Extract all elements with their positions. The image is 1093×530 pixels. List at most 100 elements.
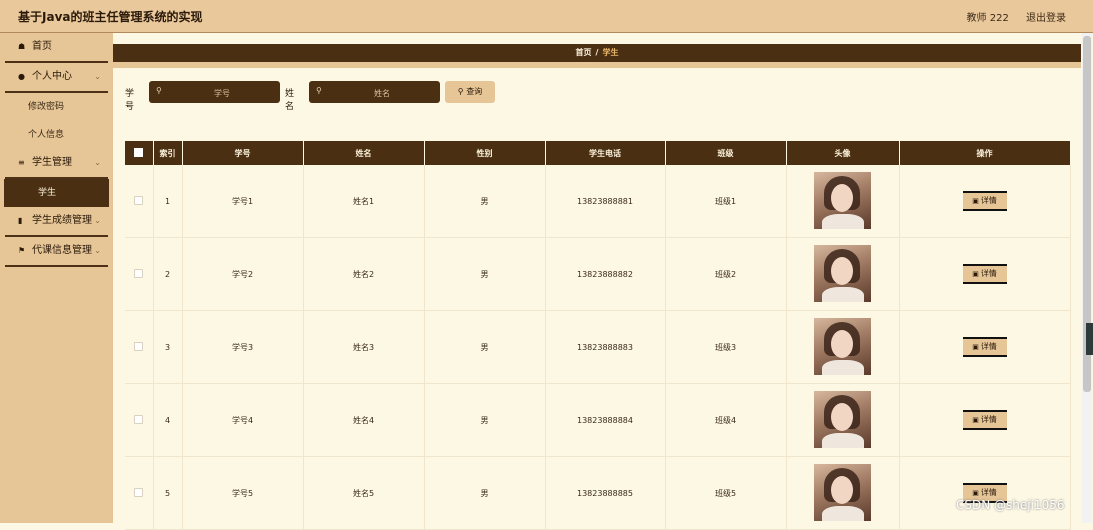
- student-table: 索引 学号 姓名 性别 学生电话 班级 头像 操作 1 学号1 姓名1 男 138238…: [125, 141, 1071, 530]
- column-header: 操作: [899, 141, 1071, 165]
- select-all-checkbox[interactable]: [125, 141, 154, 165]
- sidebar-item-home[interactable]: ☗ 首页: [0, 33, 113, 61]
- sidebar-item-student[interactable]: 学生: [4, 179, 109, 207]
- cell-student-no: 学号2: [182, 237, 304, 311]
- column-header: 学号: [182, 141, 304, 165]
- table-row: 3 学号3 姓名3 男 13823888883 班级3 ▣ 详情: [125, 310, 1071, 384]
- detail-button[interactable]: ▣ 详情: [962, 191, 1007, 211]
- user-icon: ●: [18, 72, 25, 81]
- watermark: CSDN @sheji1056: [956, 498, 1065, 512]
- cell-index: 2: [153, 237, 183, 311]
- sliders-icon: ≡: [18, 158, 25, 167]
- cell-avatar: [786, 165, 900, 238]
- sidebar-item-personal-info[interactable]: 个人信息: [0, 121, 113, 149]
- cell-student-no: 学号4: [182, 383, 304, 457]
- chevron-down-icon: ⌄: [94, 246, 101, 255]
- column-header: 索引: [153, 141, 183, 165]
- detail-icon: ▣: [972, 270, 979, 278]
- sidebar-item-personal-center[interactable]: ● 个人中心 ⌄: [0, 63, 113, 91]
- sidebar-divider: [5, 265, 108, 267]
- cell-index: 3: [153, 310, 183, 384]
- name-label: 姓名: [285, 89, 295, 112]
- sidebar-item-label: 学生管理: [32, 157, 72, 168]
- breadcrumb-underline: [113, 62, 1081, 68]
- detail-button[interactable]: ▣ 详情: [962, 410, 1007, 430]
- search-icon: ⚲: [316, 86, 322, 95]
- sidebar: ☗ 首页 ● 个人中心 ⌄ 修改密码 个人信息 ≡ 学生管理 ⌄ 学生 ▮ 学生成绩管理…: [0, 33, 113, 523]
- breadcrumb-home[interactable]: 首页: [576, 48, 592, 57]
- student-no-field: ⚲: [149, 81, 280, 103]
- side-handle[interactable]: [1086, 323, 1093, 355]
- avatar: [814, 171, 871, 229]
- row-checkbox[interactable]: [125, 237, 154, 311]
- sidebar-item-substitute-mgmt[interactable]: ⚑ 代课信息管理 ⌄: [0, 237, 113, 265]
- cell-phone: 13823888881: [545, 165, 666, 238]
- query-button[interactable]: ⚲ 查询: [445, 81, 495, 103]
- cell-phone: 13823888885: [545, 456, 666, 530]
- student-no-input[interactable]: [165, 84, 279, 102]
- cell-name: 姓名1: [303, 165, 425, 238]
- cell-gender: 男: [424, 165, 546, 238]
- cell-name: 姓名3: [303, 310, 425, 384]
- table-body: 1 学号1 姓名1 男 13823888881 班级1 ▣ 详情 2 学号2 姓名2 男 1382388…: [125, 165, 1071, 530]
- cell-name: 姓名2: [303, 237, 425, 311]
- avatar: [814, 463, 871, 521]
- detail-icon: ▣: [972, 416, 979, 424]
- logout-link[interactable]: 退出登录: [1026, 13, 1066, 24]
- app-title: 基于Java的班主任管理系统的实现: [18, 10, 203, 24]
- breadcrumb: 首页 / 学生: [113, 44, 1081, 62]
- detail-icon: ▣: [972, 489, 979, 497]
- breadcrumb-current: 学生: [602, 48, 619, 57]
- cell-class: 班级5: [665, 456, 787, 530]
- cell-avatar: [786, 237, 900, 311]
- detail-button[interactable]: ▣ 详情: [962, 337, 1007, 357]
- detail-button-label: 详情: [980, 342, 997, 351]
- cell-name: 姓名4: [303, 383, 425, 457]
- column-header: 姓名: [303, 141, 425, 165]
- column-header: 学生电话: [545, 141, 666, 165]
- detail-button[interactable]: ▣ 详情: [962, 264, 1007, 284]
- table-row: 2 学号2 姓名2 男 13823888882 班级2 ▣ 详情: [125, 237, 1071, 311]
- query-button-label: 查询: [466, 87, 483, 96]
- detail-button-label: 详情: [980, 488, 997, 497]
- cell-gender: 男: [424, 383, 546, 457]
- avatar: [814, 390, 871, 448]
- cell-gender: 男: [424, 310, 546, 384]
- home-icon: ☗: [18, 42, 26, 51]
- cell-phone: 13823888883: [545, 310, 666, 384]
- avatar: [814, 244, 871, 302]
- detail-button-label: 详情: [980, 196, 997, 205]
- detail-button-label: 详情: [980, 415, 997, 424]
- top-bar: 基于Java的班主任管理系统的实现 教师 222 退出登录: [0, 0, 1093, 33]
- cell-class: 班级3: [665, 310, 787, 384]
- sidebar-item-label: 首页: [32, 41, 52, 52]
- row-checkbox[interactable]: [125, 165, 154, 238]
- cell-index: 4: [153, 383, 183, 457]
- chart-icon: ▮: [18, 216, 23, 225]
- cell-index: 5: [153, 456, 183, 530]
- row-checkbox[interactable]: [125, 456, 154, 530]
- cell-avatar: [786, 310, 900, 384]
- cell-class: 班级1: [665, 165, 787, 238]
- sidebar-item-score-mgmt[interactable]: ▮ 学生成绩管理 ⌄: [0, 207, 113, 235]
- chevron-down-icon: ⌄: [94, 158, 101, 167]
- table-header-row: 索引 学号 姓名 性别 学生电话 班级 头像 操作: [125, 141, 1071, 165]
- sidebar-item-label: 个人中心: [32, 71, 72, 82]
- user-label[interactable]: 教师 222: [967, 13, 1009, 24]
- row-checkbox[interactable]: [125, 383, 154, 457]
- chevron-down-icon: ⌄: [94, 72, 101, 81]
- table-row: 4 学号4 姓名4 男 13823888884 班级4 ▣ 详情: [125, 383, 1071, 457]
- cell-phone: 13823888882: [545, 237, 666, 311]
- column-header: 头像: [786, 141, 900, 165]
- sidebar-item-change-password[interactable]: 修改密码: [0, 93, 113, 121]
- cell-actions: ▣ 详情: [899, 237, 1071, 311]
- sidebar-item-student-mgmt[interactable]: ≡ 学生管理 ⌄: [0, 149, 113, 177]
- row-checkbox[interactable]: [125, 310, 154, 384]
- cell-gender: 男: [424, 237, 546, 311]
- cell-student-no: 学号5: [182, 456, 304, 530]
- cell-actions: ▣ 详情: [899, 310, 1071, 384]
- name-input[interactable]: [325, 84, 439, 102]
- cell-gender: 男: [424, 456, 546, 530]
- breadcrumb-separator: /: [595, 48, 599, 57]
- name-field: ⚲: [309, 81, 440, 103]
